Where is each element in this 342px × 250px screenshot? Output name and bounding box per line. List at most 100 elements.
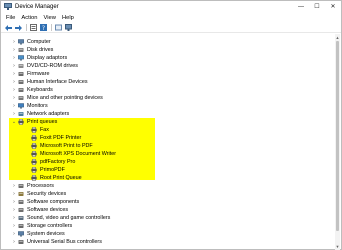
tree-child-item[interactable]: Fax bbox=[1, 126, 331, 134]
tree-item-label: Sound, video and game controllers bbox=[27, 215, 111, 221]
back-button[interactable] bbox=[4, 24, 12, 32]
tree-item-label: Computer bbox=[27, 39, 51, 45]
processor-icon bbox=[18, 184, 24, 188]
keyboard-icon bbox=[18, 88, 24, 92]
device-manager-window: Device Manager — ☐ ✕ File Action View He… bbox=[0, 0, 342, 250]
tree-item-label: Microsoft Print to PDF bbox=[40, 143, 93, 149]
chevron-right-icon[interactable]: › bbox=[11, 62, 17, 70]
minimize-button[interactable]: — bbox=[293, 1, 309, 12]
chevron-right-icon[interactable]: › bbox=[11, 182, 17, 190]
chevron-right-icon[interactable]: › bbox=[11, 46, 17, 54]
storage-controller-icon bbox=[18, 224, 24, 228]
menu-help[interactable]: Help bbox=[59, 15, 77, 21]
tree-category-item[interactable]: › System devices bbox=[1, 230, 331, 238]
tree-item-label: Human Interface Devices bbox=[27, 79, 88, 85]
usb-icon bbox=[18, 240, 24, 244]
chevron-down-icon[interactable]: ⌄ bbox=[11, 118, 17, 126]
disk-drive-icon bbox=[18, 48, 24, 52]
tree-category-item[interactable]: › Universal Serial Bus controllers bbox=[1, 238, 331, 246]
display-adapter-icon bbox=[18, 55, 24, 61]
chevron-right-icon[interactable]: › bbox=[11, 94, 17, 102]
tree-item-label: PrimoPDF bbox=[40, 167, 65, 173]
tree-category-item[interactable]: › Software components bbox=[1, 198, 331, 206]
tree-child-item[interactable]: PrimoPDF bbox=[1, 166, 331, 174]
tree-category-item[interactable]: › Security devices bbox=[1, 190, 331, 198]
network-adapter-icon bbox=[18, 112, 24, 116]
tree-item-label: Firmware bbox=[27, 71, 50, 77]
menu-file[interactable]: File bbox=[3, 15, 18, 21]
dvd-drive-icon bbox=[18, 64, 24, 68]
scroll-down-arrow-icon[interactable]: ▼ bbox=[335, 244, 340, 249]
printer-icon bbox=[18, 119, 24, 125]
chevron-right-icon[interactable]: › bbox=[11, 238, 17, 246]
chevron-right-icon[interactable]: › bbox=[11, 214, 17, 222]
system-device-icon bbox=[18, 231, 24, 237]
maximize-button[interactable]: ☐ bbox=[309, 1, 325, 12]
tree-category-item[interactable]: › Software devices bbox=[1, 206, 331, 214]
tree-category-item[interactable]: › Monitors bbox=[1, 102, 331, 110]
tree-item-label: Keyboards bbox=[27, 87, 53, 93]
tree-category-item[interactable]: › Keyboards bbox=[1, 86, 331, 94]
tree-category-item[interactable]: › Disk drives bbox=[1, 46, 331, 54]
tree-item-label: DVD/CD-ROM drives bbox=[27, 63, 78, 69]
refresh-button[interactable] bbox=[54, 24, 62, 32]
toolbar-separator bbox=[51, 24, 52, 31]
tree-child-item[interactable]: pdfFactory Pro bbox=[1, 158, 331, 166]
tree-category-item[interactable]: › Sound, video and game controllers bbox=[1, 214, 331, 222]
tree-item-label: Fax bbox=[40, 127, 49, 133]
tree-item-label: Network adapters bbox=[27, 111, 70, 117]
toolbar-separator bbox=[26, 24, 27, 31]
tree-child-item[interactable]: Root Print Queue bbox=[1, 174, 331, 182]
printer-icon bbox=[31, 135, 37, 141]
chevron-right-icon[interactable]: › bbox=[11, 78, 17, 86]
tree-child-item[interactable]: Foxit PDF Printer bbox=[1, 134, 331, 142]
scrollbar-thumb[interactable] bbox=[336, 41, 339, 231]
title-bar: Device Manager — ☐ ✕ bbox=[1, 1, 341, 12]
tree-category-item[interactable]: › Processors bbox=[1, 182, 331, 190]
chevron-right-icon[interactable]: › bbox=[11, 70, 17, 78]
tree-category-item[interactable]: › Display adaptors bbox=[1, 54, 331, 62]
printer-icon bbox=[31, 127, 37, 133]
tree-item-label: Security devices bbox=[27, 191, 67, 197]
chevron-right-icon[interactable]: › bbox=[11, 86, 17, 94]
chevron-right-icon[interactable]: › bbox=[11, 198, 17, 206]
tree-category-item[interactable]: › Computer bbox=[1, 38, 331, 46]
chevron-right-icon[interactable]: › bbox=[11, 110, 17, 118]
chevron-right-icon[interactable]: › bbox=[11, 102, 17, 110]
forward-button[interactable] bbox=[14, 24, 22, 32]
printer-icon bbox=[31, 159, 37, 165]
scan-hardware-button[interactable] bbox=[64, 24, 72, 32]
chevron-right-icon[interactable]: › bbox=[11, 54, 17, 62]
tree-child-item[interactable]: Microsoft XPS Document Writer bbox=[1, 150, 331, 158]
scroll-up-arrow-icon[interactable]: ▲ bbox=[335, 35, 340, 40]
chevron-right-icon[interactable]: › bbox=[11, 222, 17, 230]
tree-category-item[interactable]: › Firmware bbox=[1, 70, 331, 78]
close-button[interactable]: ✕ bbox=[325, 1, 341, 12]
tree-child-item[interactable]: Microsoft Print to PDF bbox=[1, 142, 331, 150]
mouse-icon bbox=[18, 96, 24, 100]
toolbar: ? bbox=[1, 23, 341, 33]
chevron-right-icon[interactable]: › bbox=[11, 230, 17, 238]
tree-item-label: Print queues bbox=[27, 119, 58, 125]
menu-view[interactable]: View bbox=[40, 15, 58, 21]
tree-category-item[interactable]: › Human Interface Devices bbox=[1, 78, 331, 86]
chevron-right-icon[interactable]: › bbox=[11, 38, 17, 46]
menu-action[interactable]: Action bbox=[18, 15, 40, 21]
tree-category-item[interactable]: › DVD/CD-ROM drives bbox=[1, 62, 331, 70]
refresh-icon bbox=[54, 24, 62, 31]
tree-item-label: Storage controllers bbox=[27, 223, 73, 229]
security-device-icon bbox=[18, 192, 24, 196]
tree-category-item[interactable]: › Network adapters bbox=[1, 110, 331, 118]
tree-item-label: Foxit PDF Printer bbox=[40, 135, 82, 141]
tree-category-item[interactable]: › Mice and other pointing devices bbox=[1, 94, 331, 102]
monitor-icon bbox=[64, 24, 72, 31]
software-device-icon bbox=[18, 208, 24, 212]
tree-category-item[interactable]: › Storage controllers bbox=[1, 222, 331, 230]
chevron-right-icon[interactable]: › bbox=[11, 206, 17, 214]
tree-item-label: System devices bbox=[27, 231, 65, 237]
properties-button[interactable] bbox=[29, 24, 37, 32]
printer-icon bbox=[31, 151, 37, 157]
help-button[interactable]: ? bbox=[39, 24, 47, 32]
tree-category-item[interactable]: ⌄ Print queues bbox=[1, 118, 331, 126]
chevron-right-icon[interactable]: › bbox=[11, 190, 17, 198]
